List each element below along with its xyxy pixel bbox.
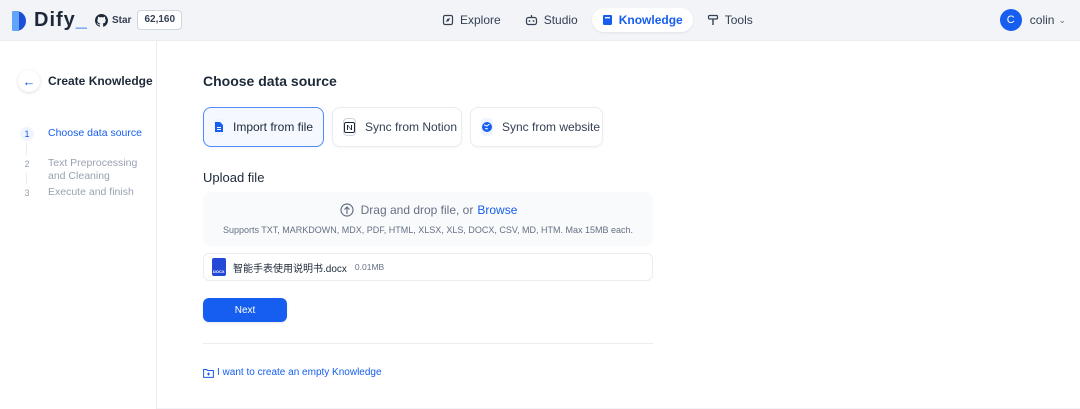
github-star-button[interactable]: Star <box>95 13 132 27</box>
upload-icon <box>340 203 354 217</box>
source-label: Sync from website <box>502 120 601 134</box>
source-label: Import from file <box>233 120 314 134</box>
avatar[interactable]: C <box>999 9 1022 31</box>
compass-icon <box>442 14 454 26</box>
book-icon <box>602 15 612 25</box>
page-title: Choose data source <box>203 73 337 89</box>
file-dropzone[interactable]: Drag and drop file, or Browse Supports T… <box>203 192 653 246</box>
nav-tools[interactable]: Tools <box>697 8 763 32</box>
source-sync-from-website[interactable]: Sync from website <box>470 107 603 147</box>
source-label: Sync from Notion <box>365 120 458 134</box>
file-icon <box>214 118 224 136</box>
github-star-count[interactable]: 62,160 <box>137 10 183 30</box>
github-star-label: Star <box>112 14 132 26</box>
step-number: 1 <box>20 127 34 141</box>
create-empty-knowledge-link[interactable]: I want to create an empty Knowledge <box>203 367 382 378</box>
file-size: 0.01MB <box>354 262 385 272</box>
upload-file-title: Upload file <box>203 170 265 185</box>
steps-sidebar: ← Create Knowledge 1 Choose data source … <box>0 41 157 409</box>
step-label: Execute and finish <box>48 186 134 198</box>
step-connector <box>26 173 27 184</box>
nav-studio-label: Studio <box>543 13 578 27</box>
step-number: 3 <box>24 188 30 198</box>
step-choose-data-source: 1 Choose data source <box>20 127 143 141</box>
dropzone-text: Drag and drop file, or <box>360 203 474 217</box>
nav-explore[interactable]: Explore <box>432 8 511 32</box>
top-header: Dify_ Star 62,160 Explore Studio Knowled… <box>0 0 1080 40</box>
step-execute-finish: 3 Execute and finish <box>20 186 143 200</box>
github-star-widget[interactable]: Star 62,160 <box>95 10 183 30</box>
back-button[interactable]: ← <box>18 70 40 92</box>
sidebar-title: Create Knowledge <box>48 74 153 88</box>
github-icon <box>95 13 108 27</box>
logo-mark-icon <box>12 10 26 31</box>
nav-tools-label: Tools <box>724 13 753 27</box>
globe-icon <box>481 118 493 136</box>
chevron-down-icon[interactable]: ⌄ <box>1058 15 1066 26</box>
robot-icon <box>525 15 537 26</box>
docx-file-icon: DOCX <box>212 258 226 276</box>
user-name[interactable]: colin <box>1030 13 1055 27</box>
create-empty-knowledge-label: I want to create an empty Knowledge <box>217 367 382 378</box>
nav-knowledge-label: Knowledge <box>618 13 683 27</box>
page-body: ← Create Knowledge 1 Choose data source … <box>0 40 1080 409</box>
dropzone-prompt: Drag and drop file, or Browse <box>203 203 653 217</box>
source-import-from-file[interactable]: Import from file <box>203 107 324 147</box>
folder-plus-icon <box>203 368 214 378</box>
next-button[interactable]: Next <box>203 298 287 322</box>
notion-icon <box>343 118 356 136</box>
nav-knowledge[interactable]: Knowledge <box>591 8 693 32</box>
logo-text: Dify_ <box>34 9 88 31</box>
main-nav: Explore Studio Knowledge Tools <box>432 8 767 32</box>
step-number: 2 <box>24 159 30 169</box>
step-text-preprocessing: 2 Text Preprocessing and Cleaning <box>20 157 143 183</box>
hammer-icon <box>707 14 718 25</box>
arrow-left-icon: ← <box>22 73 36 89</box>
file-name: 智能手表使用说明书.docx <box>233 263 347 275</box>
uploaded-file-row[interactable]: DOCX 智能手表使用说明书.docx 0.01MB <box>203 253 653 281</box>
nav-studio[interactable]: Studio <box>515 8 588 32</box>
user-menu[interactable]: C colin ⌄ <box>999 8 1066 32</box>
source-sync-from-notion[interactable]: Sync from Notion <box>332 107 462 147</box>
nav-explore-label: Explore <box>460 13 501 27</box>
step-label: Text Preprocessing and Cleaning <box>48 157 138 182</box>
divider <box>203 343 653 344</box>
step-label: Choose data source <box>48 127 142 139</box>
app-logo[interactable]: Dify_ <box>12 9 88 32</box>
step-connector <box>26 143 27 155</box>
dropzone-hint: Supports TXT, MARKDOWN, MDX, PDF, HTML, … <box>222 225 634 235</box>
browse-link[interactable]: Browse <box>477 203 517 217</box>
